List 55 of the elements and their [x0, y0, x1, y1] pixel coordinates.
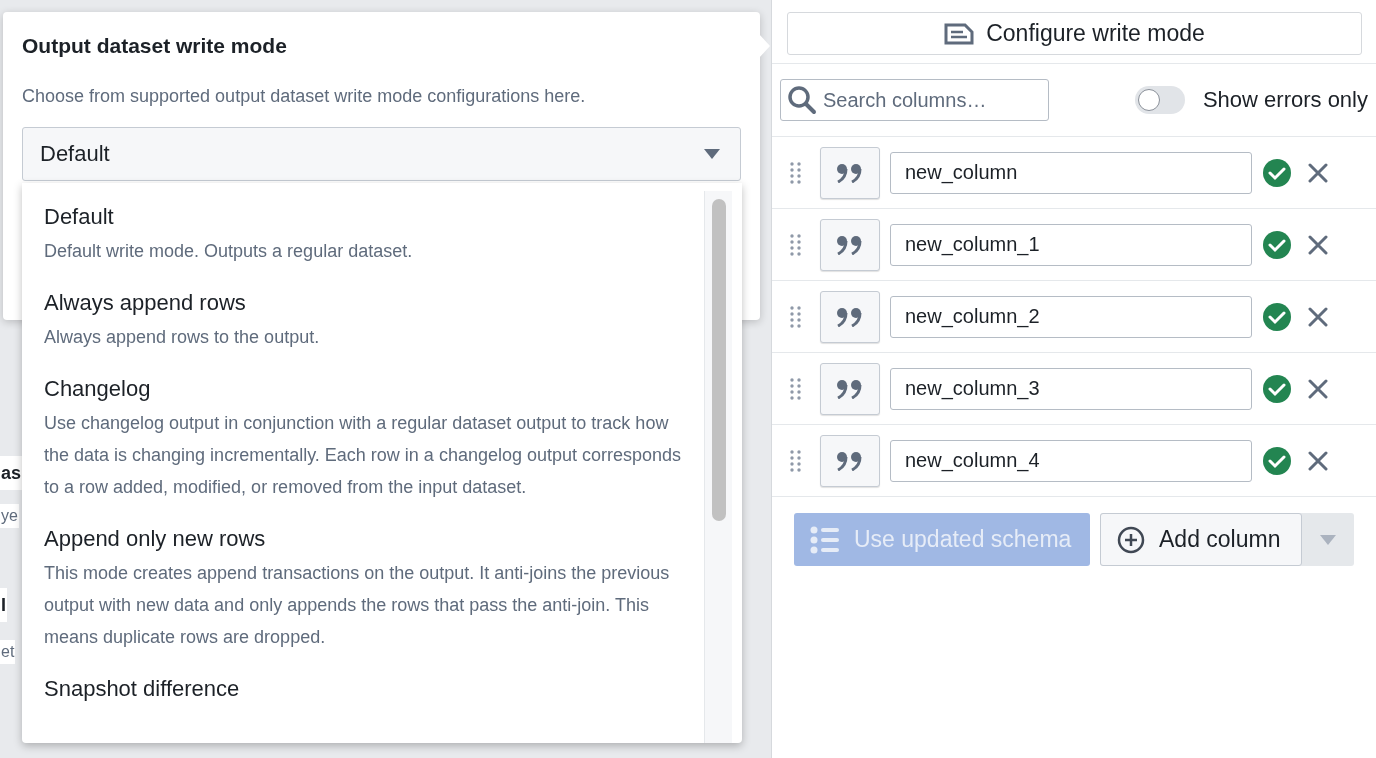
configure-write-mode-button[interactable]: Configure write mode — [787, 12, 1362, 55]
quote-icon — [836, 234, 864, 255]
option-description: Always append rows to the output. — [44, 326, 321, 349]
string-type-button[interactable] — [820, 362, 880, 415]
option-description: Default write mode. Outputs a regular dataset. — [44, 240, 414, 263]
drag-handle-icon[interactable] — [790, 448, 802, 473]
menu-option[interactable]: Default Default write mode. Outputs a regular dataset. — [44, 203, 682, 267]
quote-icon — [836, 378, 864, 399]
drag-handle-icon[interactable] — [790, 232, 802, 257]
drag-handle-icon[interactable] — [790, 376, 802, 401]
plus-circle-icon — [1117, 525, 1145, 554]
option-label: Changelog — [44, 375, 152, 403]
caret-icon — [1320, 534, 1336, 545]
close-icon[interactable] — [1308, 162, 1328, 183]
background-text: ye — [0, 504, 19, 528]
option-description: Use changelog output in conjunction with a regular dataset output to track how the data is changing incrementally. Each row in a changelog output corresponds to a row added, modified, or removed from the input dataset. — [44, 412, 682, 499]
quote-icon — [836, 450, 864, 471]
close-icon[interactable] — [1308, 450, 1328, 471]
menu-option[interactable]: Snapshot difference — [44, 675, 682, 703]
search-field[interactable]: Search columns… — [780, 79, 1049, 121]
column-name-field[interactable]: new_column_3 — [890, 367, 1252, 410]
background-text: as — [0, 456, 23, 490]
scrollbar-thumb[interactable] — [711, 199, 726, 521]
string-type-button[interactable] — [820, 434, 880, 487]
write-mode-select[interactable]: Default — [22, 127, 741, 181]
background-text: I — [0, 588, 7, 622]
toggle-label: Show errors only — [1202, 87, 1368, 113]
search-icon — [787, 85, 817, 115]
add-column-button[interactable]: Add column — [1100, 513, 1302, 566]
column-name-field[interactable]: new_column_2 — [890, 295, 1252, 338]
errors-toggle[interactable] — [1134, 86, 1185, 114]
column-name-field[interactable]: new_column — [890, 151, 1252, 194]
quote-icon — [836, 162, 864, 183]
option-label: Default — [44, 203, 115, 231]
column-name-field[interactable]: new_column_1 — [890, 223, 1252, 266]
close-icon[interactable] — [1308, 234, 1328, 255]
caret-icon — [704, 149, 720, 159]
drag-handle-icon[interactable] — [790, 304, 802, 329]
close-icon[interactable] — [1308, 378, 1328, 399]
string-type-button[interactable] — [820, 146, 880, 199]
close-icon[interactable] — [1308, 306, 1328, 327]
column-name-field[interactable]: new_column_4 — [890, 439, 1252, 482]
popover-description: Choose from supported output dataset write mode configurations here. — [22, 86, 587, 107]
option-label: Append only new rows — [44, 525, 267, 553]
list-icon — [810, 525, 840, 554]
string-type-button[interactable] — [820, 290, 880, 343]
string-type-button[interactable] — [820, 218, 880, 271]
drag-handle-icon[interactable] — [790, 160, 802, 185]
option-label: Always append rows — [44, 289, 247, 317]
quote-icon — [836, 306, 864, 327]
document-icon — [944, 22, 975, 45]
menu-option[interactable]: Always append rows Always append rows to the output. — [44, 289, 682, 353]
background-text: et — [0, 640, 16, 664]
popover-title: Output dataset write mode — [22, 34, 288, 58]
option-description: This mode creates append transactions on the output. It anti-joins the previous output with new data and only appends the rows that pass the anti-join. This means duplicate rows are dropped. — [44, 562, 671, 649]
